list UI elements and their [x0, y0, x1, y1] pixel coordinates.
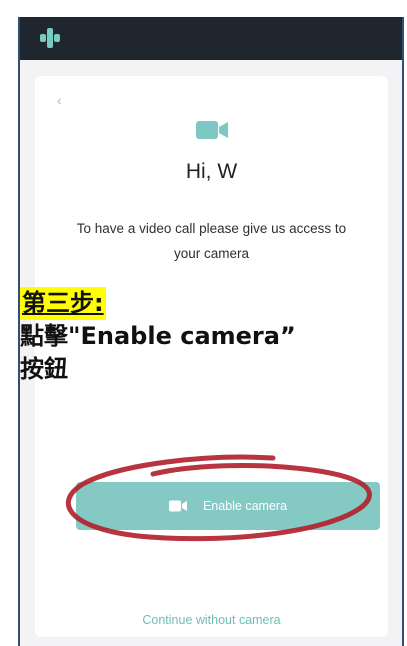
chevron-left-icon[interactable]: ‹ [57, 93, 71, 107]
enable-camera-label: Enable camera [202, 499, 288, 513]
enable-camera-button[interactable]: Enable camera [76, 482, 380, 530]
teal-plus-logo-icon [40, 28, 60, 48]
instruction-line-1: 點擊"Enable camera” [20, 322, 296, 350]
video-camera-icon [168, 500, 187, 512]
step-title: 第三步: [20, 287, 106, 320]
continue-without-camera-link[interactable]: Continue without camera [35, 613, 388, 627]
video-camera-icon [196, 121, 228, 139]
greeting-title: Hi, W [185, 160, 238, 183]
instruction-line-2: 按鈕 [20, 355, 68, 383]
top-app-bar [20, 17, 402, 60]
instruction-annotation: 第三步: 點擊"Enable camera” 按鈕 [20, 287, 380, 386]
camera-access-description: To have a video call please give us acce… [76, 221, 347, 261]
